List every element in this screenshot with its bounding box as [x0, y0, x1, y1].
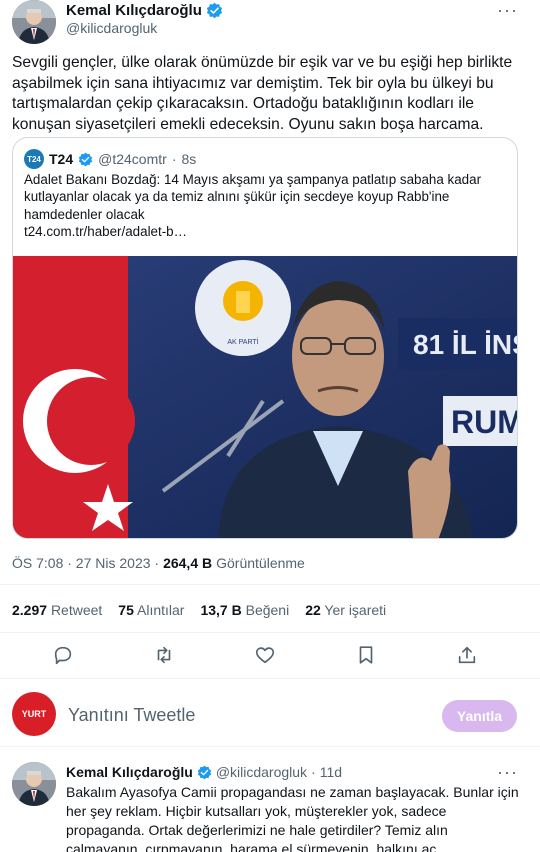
quoted-author-handle: @t24comtr: [98, 151, 167, 167]
current-user-avatar[interactable]: YURT: [12, 692, 56, 736]
separator-dot: ·: [171, 151, 177, 167]
banner-text-1: 81 İL İNS: [413, 329, 518, 360]
quoted-tweet-text: Adalet Bakanı Bozdağ: 14 Mayıs akşamı ya…: [24, 171, 504, 241]
author-avatar[interactable]: [12, 0, 56, 44]
verified-badge-icon: [197, 765, 211, 779]
tweet-text: Sevgili gençler, ülke olarak önümüzde bi…: [12, 54, 513, 133]
reply-author-name[interactable]: Kemal Kılıçdaroğlu: [66, 764, 193, 780]
banner-text-2: RUM: [451, 404, 518, 440]
more-options-icon[interactable]: ···: [497, 0, 518, 21]
engagement-stats: 2.297 Retweet 75 Alıntılar 13,7 B Beğeni…: [12, 602, 386, 618]
divider: [0, 746, 540, 747]
quoted-time: 8s: [181, 151, 197, 167]
separator-dot: ·: [311, 764, 316, 780]
bookmarks-count: 22: [305, 602, 321, 618]
quoted-tweet-photo[interactable]: AK PARTİ 81 İL İNS RUM: [13, 256, 518, 538]
reply-icon[interactable]: [52, 644, 74, 666]
views-count: 264,4 B: [163, 555, 213, 571]
reply-author-handle[interactable]: @kilicdarogluk: [216, 764, 307, 780]
reply-input[interactable]: Yanıtını Tweetle: [68, 705, 195, 726]
quotes-count: 75: [118, 602, 134, 618]
current-user-avatar-text: YURT: [21, 709, 47, 719]
author-name[interactable]: Kemal Kılıçdaroğlu: [66, 2, 223, 19]
likes-stat[interactable]: 13,7 B Beğeni: [200, 602, 289, 618]
divider: [0, 584, 540, 585]
quotes-stat[interactable]: 75 Alıntılar: [118, 602, 184, 618]
retweets-label: Retweet: [50, 602, 103, 618]
more-options-icon[interactable]: ···: [497, 762, 518, 783]
divider: [0, 632, 540, 633]
views-label: Görüntülenme: [216, 555, 305, 571]
quoted-author-name: T24: [49, 151, 74, 167]
verified-badge-icon: [206, 2, 222, 19]
reply-tweet-text: Bakalım Ayasofya Camii propagandası ne z…: [66, 784, 519, 852]
quoted-link[interactable]: t24.com.tr/haber/adalet-b…: [24, 223, 504, 240]
retweets-count: 2.297: [12, 602, 48, 618]
retweet-icon[interactable]: [153, 644, 175, 666]
author-name-text[interactable]: Kemal Kılıçdaroğlu: [66, 2, 202, 19]
likes-label: Beğeni: [245, 602, 290, 618]
action-bar: [0, 642, 540, 670]
verified-badge-icon: [78, 152, 93, 166]
tweet-timestamp[interactable]: ÖS 7:08 · 27 Nis 2023 ·: [12, 555, 159, 571]
like-icon[interactable]: [254, 644, 276, 666]
reply-author-avatar[interactable]: [12, 762, 56, 806]
reply-tweet-header: Kemal Kılıçdaroğlu @kilicdarogluk · 11d: [66, 764, 342, 780]
reply-button[interactable]: Yanıtla: [442, 700, 517, 732]
reply-time[interactable]: 11d: [320, 764, 342, 780]
tweet-meta: ÖS 7:08 · 27 Nis 2023 · 264,4 B Görüntül…: [12, 555, 305, 571]
party-logo-text: AK PARTİ: [227, 337, 258, 346]
bookmark-icon[interactable]: [355, 644, 377, 666]
tweet-detail-page: Kemal Kılıçdaroğlu @kilicdarogluk ··· Se…: [0, 0, 540, 852]
quoted-text-body: Adalet Bakanı Bozdağ: 14 Mayıs akşamı ya…: [24, 172, 482, 222]
quoted-tweet-card[interactable]: T24 T24 @t24comtr · 8s Adalet Bakanı Boz…: [12, 137, 518, 539]
quoted-tweet-header: T24 T24 @t24comtr · 8s: [24, 149, 196, 169]
share-icon[interactable]: [456, 644, 478, 666]
quotes-label: Alıntılar: [137, 602, 185, 618]
bookmarks-label: Yer işareti: [324, 602, 387, 618]
author-handle[interactable]: @kilicdarogluk: [66, 20, 157, 36]
divider: [0, 678, 540, 679]
bookmarks-stat[interactable]: 22 Yer işareti: [305, 602, 386, 618]
t24-logo-icon: T24: [24, 149, 44, 169]
likes-count: 13,7 B: [200, 602, 242, 618]
retweets-stat[interactable]: 2.297 Retweet: [12, 602, 102, 618]
